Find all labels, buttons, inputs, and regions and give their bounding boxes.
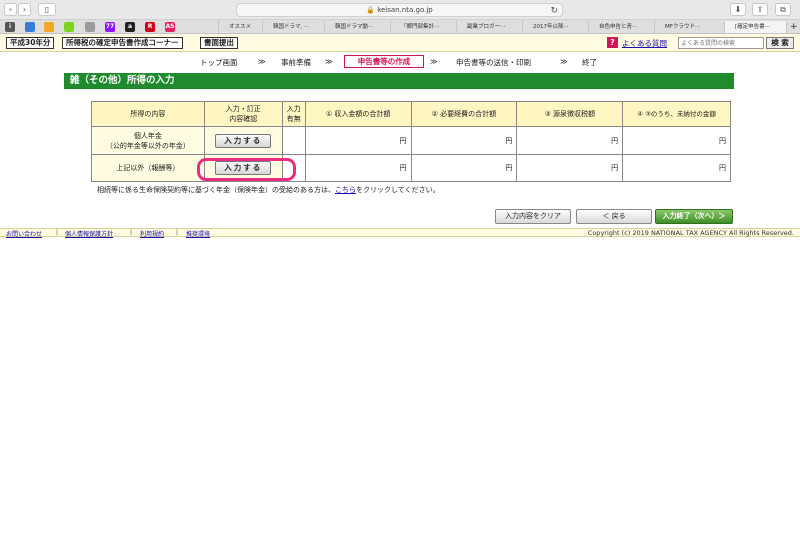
step-top: トップ画面 <box>200 58 238 67</box>
favorites-and-tabs-bar: i 77 a R AS オススメ 韓国ドラマ, ··· 韓国ドラマ動··· 「郷… <box>0 20 800 34</box>
browser-tab-active[interactable]: [確定申告書··· <box>724 21 786 33</box>
favorite-icon-8[interactable]: AS <box>165 22 175 32</box>
faq-search-button[interactable]: 検 索 <box>766 37 794 49</box>
footer-separator: | <box>176 229 179 236</box>
terms-link[interactable]: 利用規約 <box>140 229 164 238</box>
browser-tab[interactable]: オススメ <box>218 21 262 33</box>
favorite-icon-7[interactable]: R <box>145 22 155 32</box>
page-title: 雑（その他）所得の入力 <box>64 73 734 89</box>
favorite-icon-1[interactable] <box>25 22 35 32</box>
step-arrow-icon: ≫ <box>560 57 568 66</box>
revenue-cell: 円 <box>304 154 412 182</box>
step-arrow-icon: ≫ <box>258 57 266 66</box>
finish-input-next-button[interactable]: 入力終了（次へ）＞ <box>655 209 733 224</box>
footer-separator: | <box>56 229 59 236</box>
table-header-row: 所得の内容 入力・訂正 内容確認 入力 有無 ① 収入金額の合計額 ② 必要経費… <box>91 101 731 127</box>
faq-link[interactable]: よくある質問 <box>622 38 667 49</box>
here-link[interactable]: こちら <box>335 186 356 194</box>
entered-cell <box>281 126 306 155</box>
step-finish: 終了 <box>582 58 597 67</box>
col-header-income-type: 所得の内容 <box>91 101 205 127</box>
step-arrow-icon: ≫ <box>430 57 438 66</box>
faq-search-input[interactable] <box>678 37 764 49</box>
favorite-icon-5[interactable]: 77 <box>105 22 115 32</box>
page-footer: お問い合わせ | 個人情報保護方針 | 利用規約 | 推奨環境 Copyrigh… <box>0 228 800 238</box>
forward-nav-button[interactable]: › <box>18 3 31 16</box>
browser-tab[interactable]: 韓国ドラマ動··· <box>324 21 390 33</box>
table-row: 上記以外（報酬等） 入力する 円 円 円 円 <box>91 154 731 182</box>
url-text: keisan.nta.go.jp <box>377 6 433 14</box>
favorite-icon-6[interactable]: a <box>125 22 135 32</box>
question-icon: ? <box>607 37 618 48</box>
step-send-print: 申告書等の送信・印刷 <box>456 58 531 67</box>
col-header-expenses: ② 必要経費の合計額 <box>410 101 518 127</box>
browser-tab[interactable]: 「郷門部集計··· <box>390 21 456 33</box>
copyright-text: Copyright (c) 2019 NATIONAL TAX AGENCY A… <box>587 229 794 237</box>
back-button[interactable]: ＜ 戻る <box>576 209 652 224</box>
favorite-icon-4[interactable] <box>85 22 95 32</box>
sidebar-icon[interactable]: ▯ <box>38 3 56 16</box>
step-create-current: 申告書等の作成 <box>344 55 424 68</box>
favorite-icon-3[interactable] <box>64 22 74 32</box>
annuity-notice: 相続等に係る生命保険契約等に基づく年金（保険年金）の受給のある方は、こちらをクリ… <box>97 185 440 195</box>
print-submit-button[interactable]: 書面提出 <box>200 37 238 49</box>
browser-tab[interactable]: 副業ブロガー··· <box>456 21 522 33</box>
browser-tab[interactable]: 自色申告と青··· <box>588 21 654 33</box>
page-header: 平成30年分 所得税の確定申告書作成コーナー 書面提出 ? よくある質問 検 索 <box>0 34 800 52</box>
income-table: 所得の内容 入力・訂正 内容確認 入力 有無 ① 収入金額の合計額 ② 必要経費… <box>91 101 731 182</box>
expenses-cell: 円 <box>410 154 518 182</box>
step-navigation: トップ画面 ≫ 事前準備 ≫ 申告書等の作成 ≫ 申告書等の送信・印刷 ≫ 終了 <box>0 55 800 69</box>
favorite-icon-2[interactable] <box>44 22 54 32</box>
tabs-overview-icon[interactable]: ⧉ <box>775 3 791 16</box>
clear-input-button[interactable]: 入力内容をクリア <box>495 209 571 224</box>
tax-year-label: 平成30年分 <box>6 37 55 49</box>
new-tab-icon[interactable]: + <box>786 21 800 33</box>
col-header-withholding: ③ 源泉徴収税額 <box>516 101 624 127</box>
download-icon[interactable]: ⬇ <box>730 3 746 16</box>
browser-toolbar: ‹ › ▯ 🔒 keisan.nta.go.jp ↻ ⬇ ⇪ ⧉ <box>0 0 800 20</box>
browser-tab[interactable]: 韓国ドラマ, ··· <box>262 21 324 33</box>
col-header-entered: 入力 有無 <box>281 101 306 127</box>
table-row: 個人年金 （公的年金等以外の年金） 入力する 円 円 円 円 <box>91 126 731 155</box>
back-nav-button[interactable]: ‹ <box>4 3 17 16</box>
privacy-policy-link[interactable]: 個人情報保護方針 <box>65 229 113 238</box>
unpaid-cell: 円 <box>622 126 731 155</box>
notice-text: 相続等に係る生命保険契約等に基づく年金（保険年金）の受給のある方は、 <box>97 186 335 194</box>
input-button-private-pension[interactable]: 入力する <box>215 133 272 148</box>
notice-text-end: をクリックしてください。 <box>356 186 440 194</box>
row-label-other-fees: 上記以外（報酬等） <box>91 154 205 182</box>
revenue-cell: 円 <box>304 126 412 155</box>
info-icon[interactable]: i <box>5 22 15 32</box>
browser-tab[interactable]: 2017年以降··· <box>522 21 588 33</box>
input-cell: 入力する <box>203 126 283 155</box>
col-header-revenue: ① 収入金額の合計額 <box>304 101 412 127</box>
highlight-annotation <box>197 158 296 181</box>
address-bar[interactable]: 🔒 keisan.nta.go.jp ↻ <box>236 3 563 17</box>
withholding-cell: 円 <box>516 154 624 182</box>
row-label-private-pension: 個人年金 （公的年金等以外の年金） <box>91 126 205 155</box>
browser-tab[interactable]: MFクラウド··· <box>654 21 724 33</box>
lock-icon: 🔒 <box>366 6 375 14</box>
col-header-unpaid: ④ ③のうち、未納付の金額 <box>622 101 731 127</box>
footer-separator: | <box>130 229 133 236</box>
contact-link[interactable]: お問い合わせ <box>6 229 42 238</box>
corner-title: 所得税の確定申告書作成コーナー <box>62 37 183 49</box>
step-preparation: 事前準備 <box>281 58 311 67</box>
col-header-input: 入力・訂正 内容確認 <box>203 101 283 127</box>
reload-icon[interactable]: ↻ <box>550 5 558 17</box>
step-arrow-icon: ≫ <box>325 57 333 66</box>
recommended-env-link[interactable]: 推奨環境 <box>186 229 210 238</box>
expenses-cell: 円 <box>410 126 518 155</box>
share-icon[interactable]: ⇪ <box>752 3 768 16</box>
withholding-cell: 円 <box>516 126 624 155</box>
unpaid-cell: 円 <box>622 154 731 182</box>
